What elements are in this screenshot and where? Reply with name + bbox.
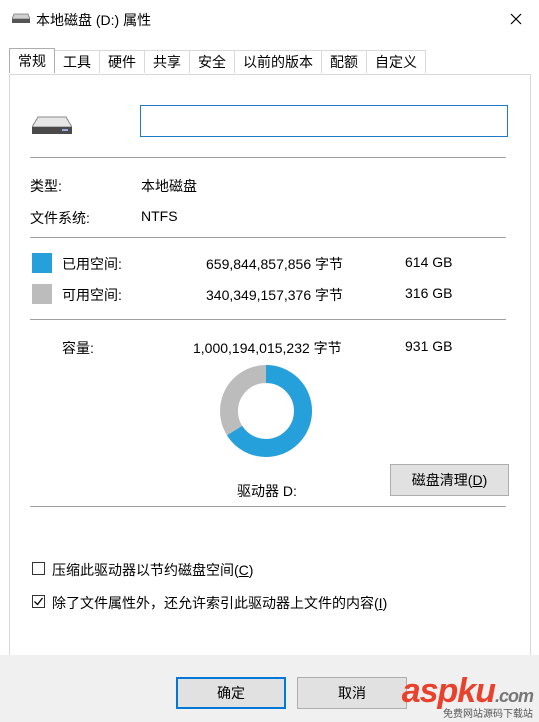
checkbox-checked-icon (34, 597, 44, 606)
tab-tools[interactable]: 工具 (54, 50, 100, 73)
usage-donut-chart (220, 365, 312, 457)
free-space-bytes: 340,349,157,376 字节 (206, 287, 343, 303)
tab-hardware[interactable]: 硬件 (99, 50, 145, 73)
filesystem-label: 文件系统: (30, 210, 90, 226)
tab-quota[interactable]: 配额 (321, 50, 367, 73)
free-space-label: 可用空间: (62, 287, 122, 303)
free-space-gb: 316 GB (405, 285, 453, 301)
tab-customize[interactable]: 自定义 (366, 50, 426, 73)
compress-text: 压缩此驱动器以节约磁盘空间( (52, 562, 239, 578)
window-title: 本地磁盘 (D:) 属性 (36, 12, 152, 28)
capacity-bytes: 1,000,194,015,232 字节 (193, 340, 342, 356)
used-space-label: 已用空间: (62, 256, 122, 272)
disk-cleanup-accel: D (472, 472, 483, 488)
general-panel: 类型: 本地磁盘 文件系统: NTFS 已用空间: 659,844,857,85… (9, 74, 531, 656)
disk-cleanup-label: 磁盘清理( (411, 472, 473, 488)
index-checkbox[interactable] (32, 595, 45, 608)
disk-cleanup-button[interactable]: 磁盘清理(D) (390, 464, 509, 496)
site-watermark: aspku.com 免费网站源码下载站 (402, 672, 534, 720)
used-space-swatch (32, 253, 52, 273)
compress-label: 压缩此驱动器以节约磁盘空间(C) (52, 562, 254, 578)
filesystem-value: NTFS (141, 208, 178, 224)
used-space-bytes: 659,844,857,856 字节 (206, 256, 343, 272)
cancel-button[interactable]: 取消 (297, 677, 407, 709)
tab-previous-versions[interactable]: 以前的版本 (234, 50, 322, 73)
divider (30, 506, 506, 507)
drive-icon (12, 13, 30, 23)
divider (30, 319, 506, 320)
drive-letter-label: 驱动器 D: (237, 483, 297, 499)
drive-icon (32, 116, 72, 134)
type-value: 本地磁盘 (141, 178, 197, 194)
type-label: 类型: (30, 178, 62, 194)
divider (30, 157, 506, 158)
volume-name-input[interactable] (140, 105, 508, 137)
tab-strip: 常规 工具 硬件 共享 安全 以前的版本 配额 自定义 (9, 48, 426, 74)
capacity-gb: 931 GB (405, 338, 453, 354)
compress-accel: C (238, 562, 249, 578)
index-label: 除了文件属性外，还允许索引此驱动器上文件的内容(I) (52, 595, 388, 611)
index-accel: I (378, 595, 383, 611)
title-bar: 本地磁盘 (D:) 属性 (0, 0, 539, 38)
tab-general[interactable]: 常规 (9, 48, 55, 73)
ok-button[interactable]: 确定 (176, 677, 286, 709)
tab-security[interactable]: 安全 (189, 50, 235, 73)
close-button[interactable] (493, 0, 539, 38)
tab-sharing[interactable]: 共享 (144, 50, 190, 73)
watermark-suffix: .com (494, 686, 534, 706)
capacity-label: 容量: (62, 340, 94, 356)
used-space-gb: 614 GB (405, 254, 453, 270)
free-space-swatch (32, 284, 52, 304)
compress-checkbox[interactable] (32, 562, 45, 575)
close-icon (510, 13, 522, 25)
index-text: 除了文件属性外，还允许索引此驱动器上文件的内容( (52, 595, 379, 611)
divider (30, 237, 506, 238)
